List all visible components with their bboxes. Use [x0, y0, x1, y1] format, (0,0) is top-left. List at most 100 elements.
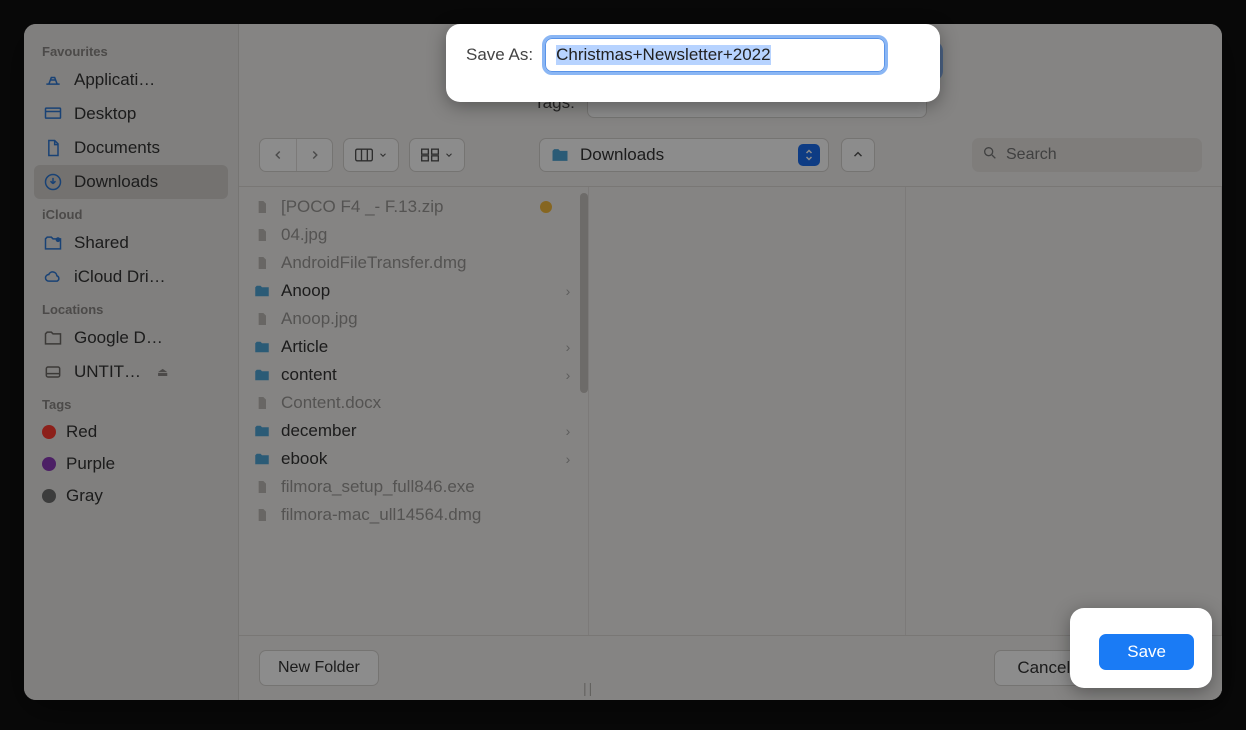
- location-popup[interactable]: Downloads: [539, 138, 829, 172]
- save-button[interactable]: Save: [1099, 634, 1194, 670]
- sidebar-item-label: Red: [66, 422, 97, 442]
- download-icon: [42, 171, 64, 193]
- folder-icon: [253, 282, 271, 300]
- save-dialog: Favourites Applicati… Desktop Documents …: [24, 24, 1222, 700]
- view-columns-button[interactable]: [343, 138, 399, 172]
- save-as-input[interactable]: [545, 38, 885, 72]
- tags-row: Tags:: [259, 88, 1202, 118]
- file-row: [POCO F4 _- F.13.zip: [239, 193, 588, 221]
- dialog-footer: New Folder Cancel Save: [239, 635, 1222, 700]
- sidebar-item-untitled[interactable]: UNTIT… ⏏: [34, 355, 228, 389]
- sidebar-item-label: Downloads: [74, 172, 158, 192]
- search-icon: [982, 145, 998, 166]
- sidebar-item-applications[interactable]: Applicati…: [34, 63, 228, 97]
- search-input[interactable]: [1006, 146, 1192, 164]
- sidebar-item-label: Purple: [66, 454, 115, 474]
- file-icon: [253, 506, 271, 524]
- folder-icon: [253, 366, 271, 384]
- file-icon: [253, 226, 271, 244]
- section-header-favourites: Favourites: [34, 36, 228, 63]
- disk-icon: [42, 361, 64, 383]
- tag-dot-icon: [42, 489, 56, 503]
- file-label: Anoop.jpg: [281, 309, 552, 329]
- tag-badge-icon: [540, 201, 552, 213]
- tags-input[interactable]: [587, 88, 927, 118]
- sidebar-item-label: Shared: [74, 233, 129, 253]
- file-label: filmora-mac_ull14564.dmg: [281, 505, 552, 525]
- file-column-3: [906, 187, 1223, 635]
- back-button[interactable]: [260, 139, 296, 171]
- sidebar-item-downloads[interactable]: Downloads: [34, 165, 228, 199]
- file-label: content: [281, 365, 552, 385]
- section-header-locations: Locations: [34, 294, 228, 321]
- desktop-icon: [42, 103, 64, 125]
- file-icon: [253, 394, 271, 412]
- file-label: ebook: [281, 449, 552, 469]
- nav-group: [259, 138, 333, 172]
- file-columns: [POCO F4 _- F.13.zip 04.jpg AndroidFileTra…: [239, 187, 1222, 635]
- eject-icon[interactable]: ⏏: [157, 365, 168, 379]
- file-row: filmora_setup_full846.exe: [239, 473, 588, 501]
- sidebar-item-documents[interactable]: Documents: [34, 131, 228, 165]
- file-label: AndroidFileTransfer.dmg: [281, 253, 552, 273]
- enclosing-folder-button[interactable]: [841, 138, 875, 172]
- location-label: Downloads: [580, 145, 788, 165]
- section-header-tags: Tags: [34, 389, 228, 416]
- file-column-1[interactable]: [POCO F4 _- F.13.zip 04.jpg AndroidFileTra…: [239, 187, 589, 635]
- file-column-2: [589, 187, 906, 635]
- apps-icon: [42, 69, 64, 91]
- folder-row[interactable]: Anoop›: [239, 277, 588, 305]
- file-icon: [253, 310, 271, 328]
- sidebar-item-google-drive[interactable]: Google D…: [34, 321, 228, 355]
- new-folder-button[interactable]: New Folder: [259, 650, 379, 686]
- sidebar-item-icloud-drive[interactable]: iCloud Dri…: [34, 260, 228, 294]
- sidebar-item-label: Google D…: [74, 328, 163, 348]
- chevron-right-icon: ›: [562, 367, 574, 383]
- cancel-button[interactable]: Cancel: [994, 650, 1093, 686]
- file-icon: [253, 198, 271, 216]
- file-icon: [253, 254, 271, 272]
- tag-dot-icon: [42, 425, 56, 439]
- group-by-button[interactable]: [409, 138, 465, 172]
- file-row: Content.docx: [239, 389, 588, 417]
- tag-dot-icon: [42, 457, 56, 471]
- folder-icon: [42, 327, 64, 349]
- folder-row[interactable]: content ›: [239, 361, 588, 389]
- section-header-icloud: iCloud: [34, 199, 228, 226]
- main-panel: Save As: Tags:: [239, 24, 1222, 700]
- sidebar-item-label: UNTIT…: [74, 362, 141, 382]
- chevron-right-icon: ›: [562, 451, 574, 467]
- sidebar-item-shared[interactable]: Shared: [34, 226, 228, 260]
- folder-row[interactable]: Article›: [239, 333, 588, 361]
- file-label: Content.docx: [281, 393, 552, 413]
- file-label: 04.jpg: [281, 225, 552, 245]
- document-icon: [42, 137, 64, 159]
- file-row: Anoop.jpg: [239, 305, 588, 333]
- updown-chevron-icon: [798, 144, 820, 166]
- folder-icon: [253, 422, 271, 440]
- chevron-right-icon: ›: [562, 423, 574, 439]
- file-row: filmora-mac_ull14564.dmg: [239, 501, 588, 529]
- folder-row[interactable]: ebook ›: [239, 445, 588, 473]
- sidebar-tag-gray[interactable]: Gray: [34, 480, 228, 512]
- forward-button[interactable]: [296, 139, 332, 171]
- sidebar-tag-purple[interactable]: Purple: [34, 448, 228, 480]
- sidebar-item-desktop[interactable]: Desktop: [34, 97, 228, 131]
- sidebar-tag-red[interactable]: Red: [34, 416, 228, 448]
- search-box[interactable]: [972, 138, 1202, 172]
- scrollbar[interactable]: [580, 193, 588, 393]
- tags-label: Tags:: [534, 93, 575, 113]
- shared-folder-icon: [42, 232, 64, 254]
- file-label: filmora_setup_full846.exe: [281, 477, 552, 497]
- folder-icon: [253, 450, 271, 468]
- save-as-label: Save As:: [466, 45, 533, 65]
- sidebar-item-label: Documents: [74, 138, 160, 158]
- highlight-save-as-content: Save As:: [466, 38, 885, 72]
- file-label: [POCO F4 _- F.13.zip: [281, 197, 530, 217]
- sidebar-item-label: Applicati…: [74, 70, 155, 90]
- chevron-right-icon: ›: [562, 283, 574, 299]
- toolbar: Downloads: [239, 128, 1222, 187]
- sidebar-item-label: iCloud Dri…: [74, 267, 166, 287]
- file-label: december: [281, 421, 552, 441]
- folder-row[interactable]: december ›: [239, 417, 588, 445]
